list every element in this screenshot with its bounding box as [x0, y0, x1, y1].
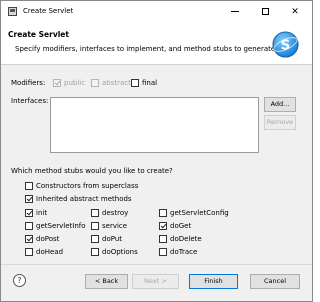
interfaces-list[interactable] [50, 97, 259, 153]
close-button[interactable]: ✕ [280, 1, 310, 23]
getservletinfo-checkbox[interactable] [25, 222, 33, 230]
banner-title: Create Servlet [8, 30, 69, 39]
doput-checkbox[interactable] [91, 235, 99, 243]
inherited-abstract-label: Inherited abstract methods [36, 195, 132, 203]
dohead-checkbox[interactable] [25, 248, 33, 256]
final-checkbox[interactable] [131, 79, 139, 87]
inherited-abstract-checkbox[interactable] [25, 195, 33, 203]
final-label: final [142, 79, 158, 87]
minimize-button[interactable] [220, 1, 250, 23]
init-checkbox[interactable] [25, 209, 33, 217]
footer-divider [1, 264, 312, 265]
wizard-banner: Create Servlet Specify modifiers, interf… [1, 23, 312, 65]
method-stubs-question: Which method stubs would you like to cre… [11, 167, 173, 175]
maximize-button[interactable] [250, 1, 280, 23]
doget-checkbox[interactable] [159, 222, 167, 230]
getservletconfig-label: getServletConfig [170, 209, 229, 217]
doget-label: doGet [170, 222, 192, 230]
dopost-label: doPost [36, 235, 60, 243]
destroy-label: destroy [102, 209, 129, 217]
constructors-checkbox[interactable] [25, 182, 33, 190]
servlet-logo-letter: S [281, 37, 291, 53]
minimize-icon [231, 11, 239, 12]
dotrace-label: doTrace [170, 248, 198, 256]
dodelete-label: doDelete [170, 235, 202, 243]
next-button: Next > [132, 274, 179, 289]
add-interface-button[interactable]: Add... [264, 97, 296, 112]
banner-description: Specify modifiers, interfaces to impleme… [15, 45, 278, 53]
public-checkbox [53, 79, 61, 87]
window-title: Create Servlet [23, 7, 74, 15]
servlet-logo-icon: S [272, 31, 299, 58]
dopost-checkbox[interactable] [25, 235, 33, 243]
help-icon[interactable]: ? [13, 274, 26, 287]
dohead-label: doHead [36, 248, 64, 256]
public-label: public [64, 79, 86, 87]
init-label: init [36, 209, 48, 217]
constructors-label: Constructors from superclass [36, 182, 139, 190]
dodelete-checkbox[interactable] [159, 235, 167, 243]
window-app-icon [8, 7, 17, 16]
dooptions-checkbox[interactable] [91, 248, 99, 256]
remove-interface-button: Remove [264, 115, 296, 130]
dotrace-checkbox[interactable] [159, 248, 167, 256]
modifiers-label: Modifiers: [11, 79, 46, 87]
getservletconfig-checkbox[interactable] [159, 209, 167, 217]
destroy-checkbox[interactable] [91, 209, 99, 217]
doput-label: doPut [102, 235, 123, 243]
service-checkbox[interactable] [91, 222, 99, 230]
cancel-button[interactable]: Cancel [250, 274, 300, 289]
title-bar: Create Servlet ✕ [1, 1, 312, 23]
abstract-label: abstract [102, 79, 131, 87]
maximize-icon [261, 8, 269, 15]
service-label: service [102, 222, 128, 230]
interfaces-label: Interfaces: [11, 97, 49, 105]
finish-button[interactable]: Finish [189, 274, 238, 289]
back-button[interactable]: < Back [85, 274, 128, 289]
dooptions-label: doOptions [102, 248, 138, 256]
abstract-checkbox [91, 79, 99, 87]
getservletinfo-label: getServletInfo [36, 222, 86, 230]
create-servlet-dialog: Create Servlet ✕ Create Servlet Specify … [0, 0, 313, 302]
